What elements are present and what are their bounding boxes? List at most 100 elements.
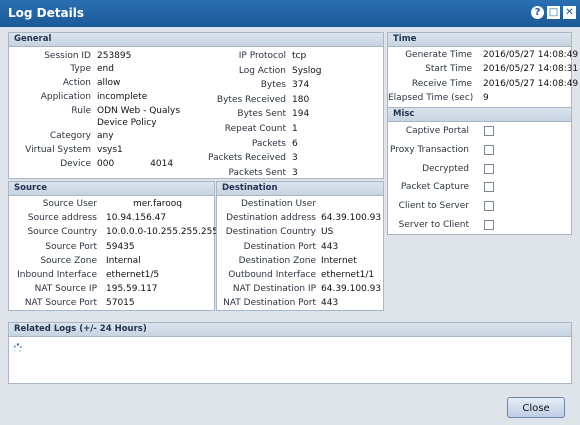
close-icon[interactable]: ✕ [563, 6, 576, 19]
time-1-value: 2016/05/27 14:08:31 [483, 64, 579, 75]
general-right-value: 1 [292, 124, 298, 134]
misc-flag-checkbox[interactable] [484, 144, 494, 155]
misc-flag-label: Captive Portal [405, 126, 469, 136]
general-right-value: 374 [292, 80, 310, 91]
source-5-value: ethernet1/5 [106, 270, 160, 280]
time-0-label: Generate Time [405, 50, 472, 60]
source-0-row: Source User mer.farooq [9, 198, 214, 211]
source-panel: Source Source User mer.farooq Source addr… [8, 181, 218, 311]
destination-panel-header: Destination [217, 182, 383, 196]
misc-panel: Misc Captive Portal Proxy Transaction Decr… [387, 107, 572, 235]
destination-2-value: US [321, 227, 334, 238]
source-7-label: NAT Source Port [24, 298, 97, 309]
destination-3-label: Destination Port [243, 241, 316, 252]
misc-flag-checkbox[interactable] [484, 163, 494, 174]
destination-4-value: Internet [321, 255, 357, 266]
destination-panel: Destination Destination User Destination … [216, 181, 384, 311]
destination-7-label: NAT Destination Port [223, 298, 316, 309]
misc-flag-label: Packet Capture [400, 182, 469, 193]
general-right-value: 180 [292, 94, 310, 105]
destination-5-value: ethernet1/1 [321, 270, 375, 280]
general-right-label: IP Protocol [238, 51, 286, 61]
misc-flag-row: Proxy Transaction [388, 144, 571, 157]
misc-flag-label: Decrypted [422, 163, 469, 174]
general-right-value: Syslog [292, 65, 322, 76]
general-right-4-row: Bytes Sent 194 [9, 108, 383, 121]
destination-6-value: 64.39.100.93 [321, 284, 382, 295]
general-right-label: Bytes Received [216, 94, 286, 105]
destination-3-row: Destination Port 443 [217, 241, 383, 254]
misc-flag-checkbox[interactable] [484, 201, 494, 212]
time-1-row: Start Time 2016/05/27 14:08:31 [388, 63, 578, 76]
misc-flag-label: Server to Client [398, 220, 469, 230]
general-right-5-row: Repeat Count 1 [9, 123, 383, 136]
destination-6-label: NAT Destination IP [232, 284, 316, 295]
destination-1-row: Destination address 64.39.100.93 [217, 212, 383, 225]
help-icon[interactable]: ? [531, 6, 544, 19]
general-right-7-row: Packets Received 3 [9, 152, 383, 165]
time-panel: Time Generate Time 2016/05/27 14:08:49 Sta… [387, 32, 578, 108]
source-6-label: NAT Source IP [34, 284, 97, 295]
close-button[interactable]: Close [507, 397, 565, 418]
misc-panel-header: Misc [388, 108, 571, 122]
general-right-value: 194 [292, 109, 310, 120]
general-right-2-row: Bytes 374 [9, 79, 383, 92]
general-right-label: Log Action [238, 65, 286, 76]
source-panel-header: Source [9, 182, 214, 196]
destination-2-row: Destination Country US [217, 226, 383, 239]
destination-2-label: Destination Country [225, 227, 316, 238]
time-0-value: 2016/05/27 14:08:49 [483, 50, 579, 60]
source-6-row: NAT Source IP 195.59.117 [9, 283, 214, 296]
time-2-value: 2016/05/27 14:08:49 [483, 78, 579, 89]
general-right-6-row: Packets 6 [9, 138, 383, 151]
source-1-row: Source address 10.94.156.47 [9, 212, 214, 225]
titlebar-controls: ? □ ✕ [531, 6, 576, 19]
general-right-0-row: IP Protocol tcp [9, 50, 383, 63]
misc-flag-label: Proxy Transaction [389, 144, 469, 155]
destination-7-row: NAT Destination Port 443 [217, 297, 383, 310]
general-right-label: Packets Received [208, 153, 286, 164]
restore-icon[interactable]: □ [547, 6, 560, 19]
general-right-value: 6 [292, 138, 298, 149]
time-panel-header: Time [388, 33, 571, 47]
source-7-row: NAT Source Port 57015 [9, 297, 214, 310]
time-0-row: Generate Time 2016/05/27 14:08:49 [388, 49, 578, 62]
time-3-row: Elapsed Time (sec) 9 [388, 92, 571, 105]
time-2-row: Receive Time 2016/05/27 14:08:49 [388, 78, 578, 91]
time-2-label: Receive Time [411, 78, 472, 89]
misc-flag-row: Captive Portal [388, 125, 571, 138]
source-2-row: Source Country 10.0.0.0-10.255.255.255 [9, 226, 218, 239]
source-5-label: Inbound Interface [17, 270, 97, 280]
general-right-value: 3 [292, 153, 298, 164]
source-3-value: 59435 [106, 241, 135, 252]
source-5-row: Inbound Interface ethernet1/5 [9, 269, 214, 282]
destination-1-label: Destination address [226, 213, 316, 224]
misc-flag-row: Client to Server [388, 200, 571, 213]
source-4-value: Internal [106, 255, 141, 266]
misc-flag-row: Packet Capture [388, 181, 571, 194]
time-3-label: Elapsed Time (sec) [388, 92, 474, 103]
related-logs-panel: Related Logs (+/- 24 Hours) [8, 322, 572, 384]
time-1-label: Start Time [425, 64, 472, 75]
destination-4-row: Destination Zone Internet [217, 255, 383, 268]
misc-flag-checkbox[interactable] [484, 182, 494, 193]
source-2-value: 10.0.0.0-10.255.255.255 [106, 227, 219, 238]
window-title: Log Details [8, 6, 84, 20]
source-4-label: Source Zone [40, 255, 97, 266]
misc-flag-checkbox[interactable] [484, 220, 494, 230]
general-right-label: Repeat Count [224, 124, 286, 134]
general-right-8-row: Packets Sent 3 [9, 167, 383, 180]
misc-flag-checkbox[interactable] [484, 126, 494, 136]
destination-7-value: 443 [321, 298, 339, 309]
misc-flag-row: Server to Client [388, 219, 571, 232]
destination-5-row: Outbound Interface ethernet1/1 [217, 269, 383, 282]
destination-3-value: 443 [321, 241, 339, 252]
source-4-row: Source Zone Internal [9, 255, 214, 268]
general-panel-header: General [9, 33, 383, 47]
source-3-label: Source Port [45, 241, 97, 252]
general-right-1-row: Log Action Syslog [9, 65, 383, 78]
source-1-value: 10.94.156.47 [106, 213, 167, 224]
destination-6-row: NAT Destination IP 64.39.100.93 [217, 283, 383, 296]
general-right-label: Packets Sent [228, 167, 286, 178]
source-3-row: Source Port 59435 [9, 241, 214, 254]
